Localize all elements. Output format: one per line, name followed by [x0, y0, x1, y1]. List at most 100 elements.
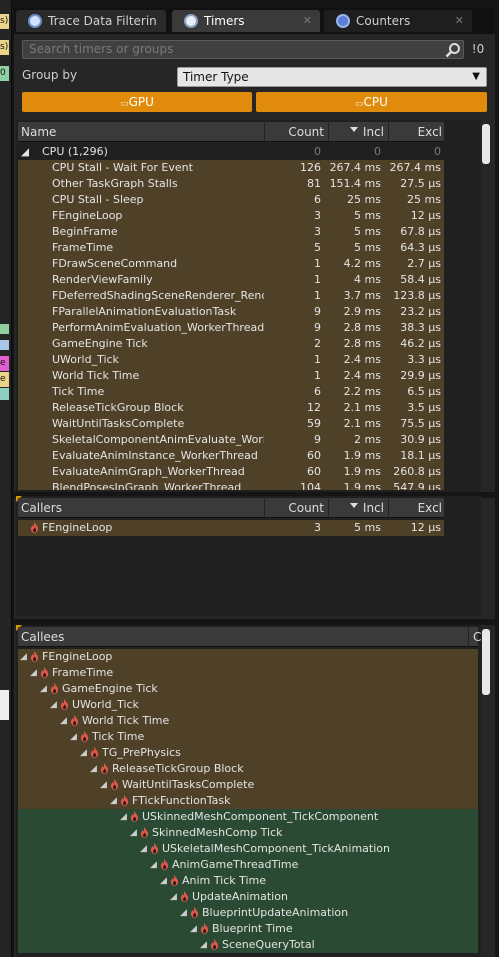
timer-row[interactable]: BeginFrame 3 5 ms 67.8 µs	[18, 224, 444, 240]
timer-incl: 1.9 ms	[343, 465, 381, 478]
callee-row[interactable]: ◢ World Tick Time	[18, 713, 478, 729]
timer-row[interactable]: FDrawSceneCommand 1 4.2 ms 2.7 µs	[18, 256, 444, 272]
timer-group-row[interactable]: ◢ CPU (1,296) 0 0 0	[18, 144, 444, 160]
callee-row[interactable]: ◢ USkinnedMeshComponent_TickComponent	[18, 809, 478, 825]
expand-arrow-icon[interactable]: ◢	[110, 793, 117, 809]
close-icon[interactable]: ✕	[303, 10, 312, 32]
column-count[interactable]: C	[473, 627, 481, 647]
timer-row[interactable]: EvaluateAnimGraph_WorkerThread 60 1.9 ms 26…	[18, 464, 444, 480]
timer-name: ReleaseTickGroup Block	[52, 401, 184, 414]
expand-arrow-icon[interactable]: ◢	[40, 681, 47, 697]
timer-count: 126	[300, 161, 321, 174]
timer-row[interactable]: FEngineLoop 3 5 ms 12 µs	[18, 208, 444, 224]
column-excl[interactable]: Excl	[390, 122, 442, 142]
column-count[interactable]: Count	[266, 122, 324, 142]
callee-row[interactable]: ◢ UWorld_Tick	[18, 697, 478, 713]
column-count[interactable]: Count	[266, 498, 324, 518]
expand-arrow-icon[interactable]: ◢	[200, 937, 207, 953]
callee-row[interactable]: ◢ FEngineLoop	[18, 649, 478, 665]
timer-row[interactable]: FDeferredShadingSceneRenderer_Render 1 3.7…	[18, 288, 444, 304]
tab-label: Trace Data Filterin	[48, 14, 157, 28]
expand-arrow-icon[interactable]: ◢	[160, 873, 167, 889]
column-callers[interactable]: Callers	[21, 498, 62, 518]
reset-zero-button[interactable]: !0	[468, 40, 488, 59]
timer-row[interactable]: GameEngine Tick 2 2.8 ms 46.2 µs	[18, 336, 444, 352]
timer-row[interactable]: SkeletalComponentAnimEvaluate_WorkerT 9 2 …	[18, 432, 444, 448]
expand-arrow-icon[interactable]: ◢	[180, 905, 187, 921]
timer-incl: 2.8 ms	[343, 321, 381, 334]
expand-arrow-icon[interactable]: ◢	[100, 777, 107, 793]
flame-icon	[150, 843, 159, 854]
column-incl[interactable]: Incl	[330, 498, 384, 518]
column-divider	[264, 498, 265, 518]
expand-arrow-icon[interactable]: ◢	[20, 649, 27, 665]
callee-row[interactable]: ◢ SceneQueryTotal	[18, 937, 478, 953]
tab-trace-data-filtering[interactable]: Trace Data Filterin	[16, 10, 166, 32]
group-by-select[interactable]: Timer Type ▼	[177, 67, 487, 87]
expand-arrow-icon[interactable]: ◢	[140, 841, 147, 857]
callee-row[interactable]: ◢ WaitUntilTasksComplete	[18, 777, 478, 793]
callee-row[interactable]: ◢ GameEngine Tick	[18, 681, 478, 697]
expand-arrow-icon[interactable]: ◢	[90, 761, 97, 777]
timer-row[interactable]: CPU Stall - Wait For Event 126 267.4 ms 267…	[18, 160, 444, 176]
callee-row[interactable]: ◢ BlueprintUpdateAnimation	[18, 905, 478, 921]
expand-arrow-icon[interactable]: ◢	[190, 921, 197, 937]
callee-row[interactable]: ◢ Anim Tick Time	[18, 873, 478, 889]
caller-count: 3	[314, 521, 321, 534]
callee-row[interactable]: ◢ FTickFunctionTask	[18, 793, 478, 809]
callee-row[interactable]: ◢ FrameTime	[18, 665, 478, 681]
callee-row[interactable]: ◢ SkinnedMeshComp Tick	[18, 825, 478, 841]
expand-arrow-icon[interactable]: ◢	[60, 713, 67, 729]
flame-icon	[70, 715, 79, 726]
callee-name: USkeletalMeshComponent_TickAnimation	[162, 842, 390, 855]
column-name[interactable]: Name	[21, 122, 56, 142]
expand-arrow-icon[interactable]: ◢	[130, 825, 137, 841]
timer-row[interactable]: World Tick Time 1 2.4 ms 29.9 µs	[18, 368, 444, 384]
column-incl[interactable]: Incl	[330, 122, 384, 142]
callee-row[interactable]: ◢ UpdateAnimation	[18, 889, 478, 905]
tab-counters[interactable]: Counters ✕	[324, 10, 472, 32]
callee-row[interactable]: ◢ ReleaseTickGroup Block	[18, 761, 478, 777]
timer-row[interactable]: ReleaseTickGroup Block 12 2.1 ms 3.5 µs	[18, 400, 444, 416]
cpu-filter-button[interactable]: ▭CPU	[256, 92, 487, 112]
expand-arrow-icon[interactable]: ◢	[70, 729, 77, 745]
search-icon[interactable]	[445, 42, 461, 58]
callee-name: ReleaseTickGroup Block	[112, 762, 244, 775]
callee-row[interactable]: ◢ USkeletalMeshComponent_TickAnimation	[18, 841, 478, 857]
gpu-filter-button[interactable]: ▭GPU	[22, 92, 252, 112]
callee-row[interactable]: ◢ TG_PrePhysics	[18, 745, 478, 761]
timer-row[interactable]: FParallelAnimationEvaluationTask 9 2.9 ms 2…	[18, 304, 444, 320]
left-strip-label: s)	[0, 40, 9, 55]
close-icon[interactable]: ✕	[455, 10, 464, 32]
expand-arrow-icon[interactable]: ◢	[150, 857, 157, 873]
column-callees[interactable]: Callees	[21, 627, 64, 647]
callees-scrollbar[interactable]	[482, 629, 490, 695]
callee-row[interactable]: ◢ Blueprint Time	[18, 921, 478, 937]
timer-row[interactable]: CPU Stall - Sleep 6 25 ms 25 ms	[18, 192, 444, 208]
timers-scrollbar[interactable]	[482, 124, 490, 164]
expand-arrow-icon[interactable]: ◢	[30, 665, 37, 681]
callee-row[interactable]: ◢ AnimGameThreadTime	[18, 857, 478, 873]
expand-arrow-icon[interactable]: ◢	[170, 889, 177, 905]
timer-count: 12	[307, 401, 321, 414]
expand-arrow-icon[interactable]: ◢	[21, 144, 29, 160]
timer-row[interactable]: Other TaskGraph Stalls 81 151.4 ms 27.5 µs	[18, 176, 444, 192]
timer-row[interactable]: PerformAnimEvaluation_WorkerThread 9 2.8 m…	[18, 320, 444, 336]
expand-arrow-icon[interactable]: ◢	[120, 809, 127, 825]
timer-row[interactable]: WaitUntilTasksComplete 59 2.1 ms 75.5 µs	[18, 416, 444, 432]
column-excl[interactable]: Excl	[390, 498, 442, 518]
timer-row[interactable]: BlendPosesInGraph_WorkerThread 104 1.9 ms 5…	[18, 480, 444, 490]
tab-timers[interactable]: Timers ✕	[172, 10, 320, 32]
search-input[interactable]: Search timers or groups	[22, 40, 464, 59]
expand-arrow-icon[interactable]: ◢	[50, 697, 57, 713]
caller-row[interactable]: FEngineLoop 3 5 ms 12 µs	[18, 520, 444, 536]
timer-row[interactable]: Tick Time 6 2.2 ms 6.5 µs	[18, 384, 444, 400]
timer-name: BeginFrame	[52, 225, 118, 238]
callee-row[interactable]: ◢ Tick Time	[18, 729, 478, 745]
timer-row[interactable]: FrameTime 5 5 ms 64.3 µs	[18, 240, 444, 256]
timer-incl: 2.4 ms	[343, 353, 381, 366]
expand-arrow-icon[interactable]: ◢	[80, 745, 87, 761]
timer-row[interactable]: UWorld_Tick 1 2.4 ms 3.3 µs	[18, 352, 444, 368]
timer-row[interactable]: RenderViewFamily 1 4 ms 58.4 µs	[18, 272, 444, 288]
timer-row[interactable]: EvaluateAnimInstance_WorkerThread 60 1.9 m…	[18, 448, 444, 464]
